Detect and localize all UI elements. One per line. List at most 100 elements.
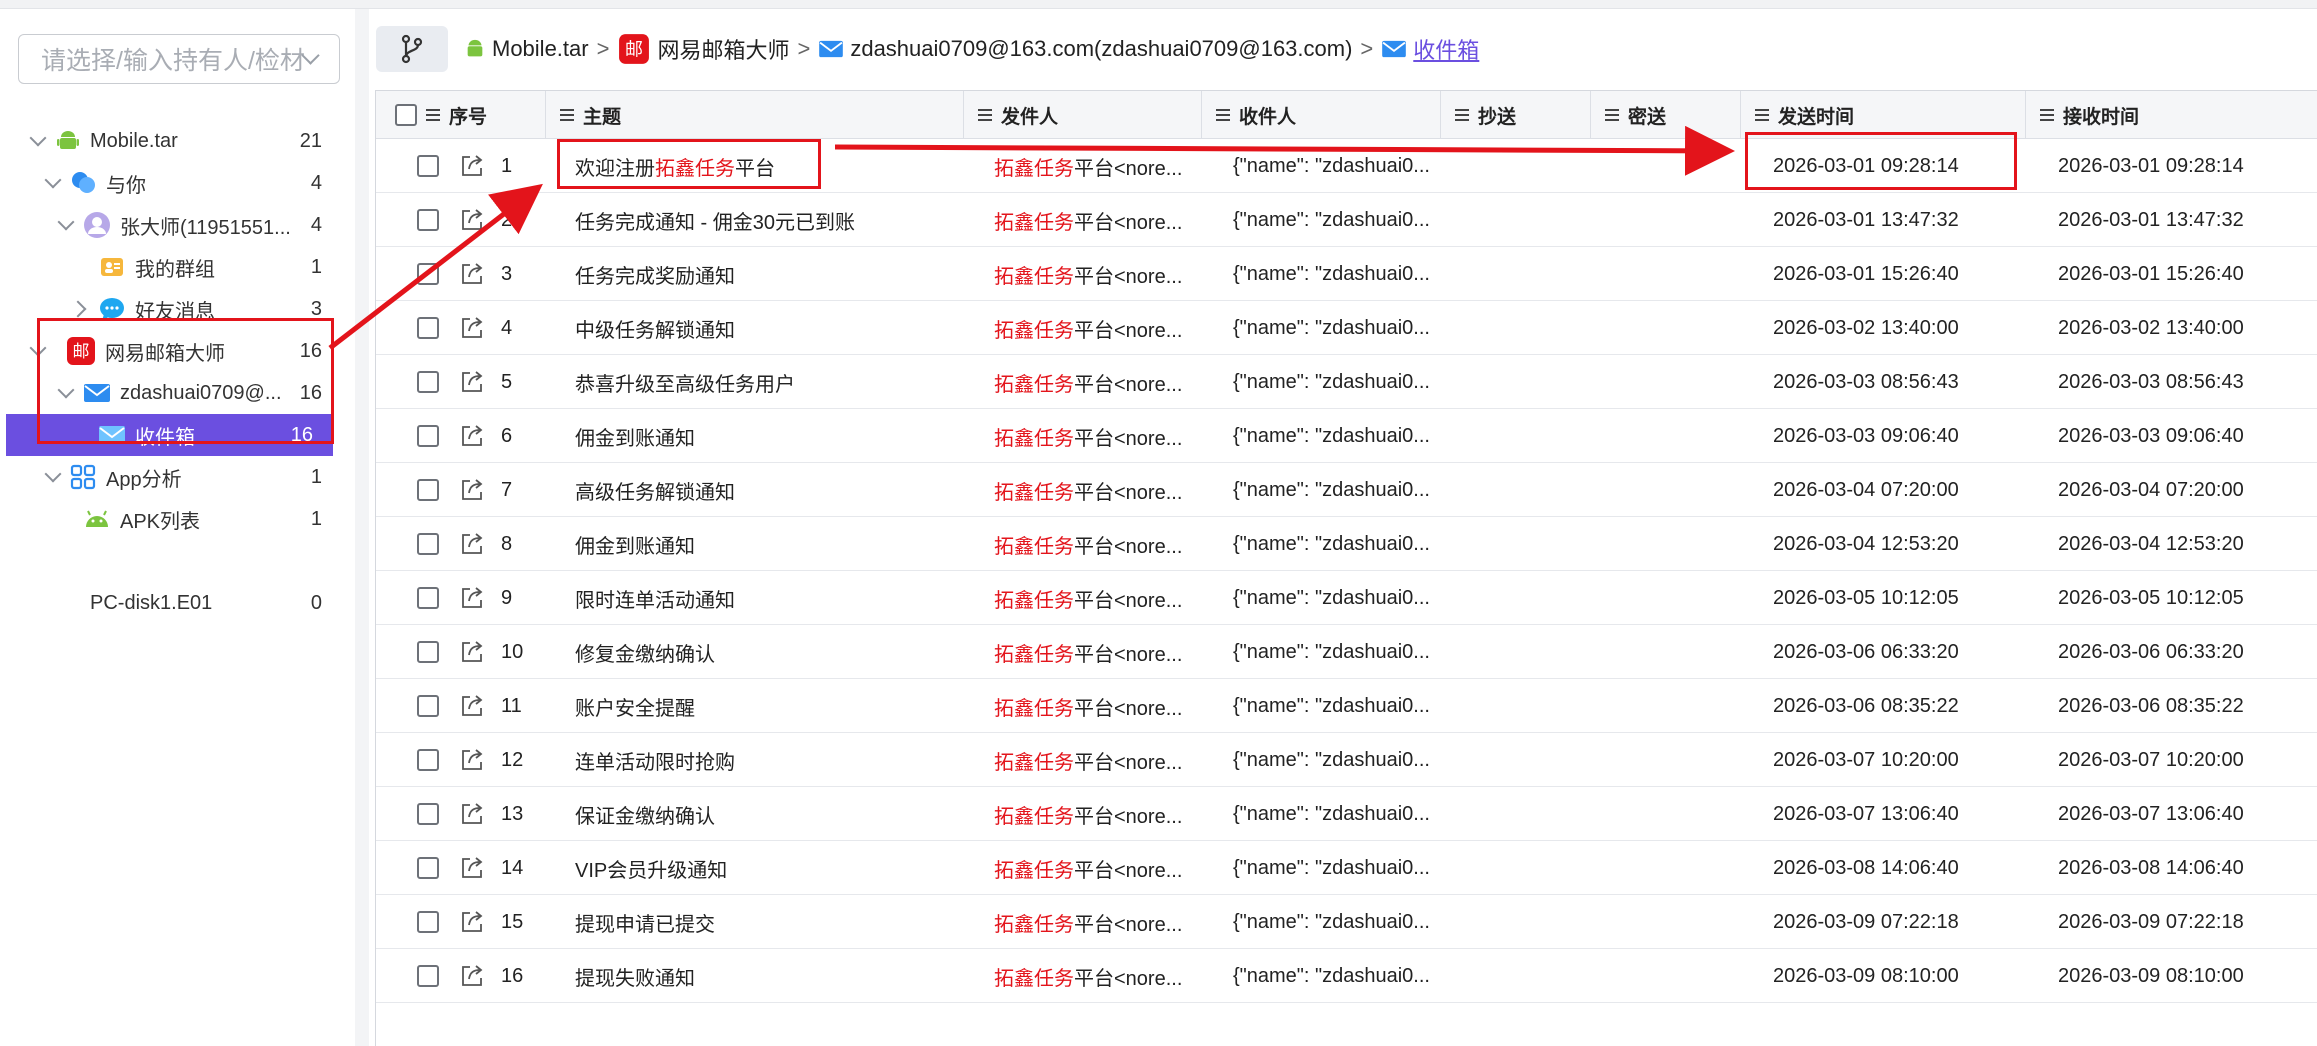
export-icon[interactable]: [459, 409, 485, 463]
table-row[interactable]: 15 提现申请已提交 拓鑫任务 平台<nore... {"name": "zdashua…: [376, 895, 2317, 949]
tree-node-mail-account[interactable]: zdashuai0709@... 16: [0, 372, 340, 414]
export-icon[interactable]: [459, 949, 485, 1003]
row-checkbox[interactable]: [417, 911, 439, 933]
table-row[interactable]: 2 任务完成通知 - 佣金30元已到账 拓鑫任务 平台<nore... {"name":…: [376, 193, 2317, 247]
table-row[interactable]: 8 佣金到账通知 拓鑫任务 平台<nore... {"name": "zdashuai0…: [376, 517, 2317, 571]
table-row[interactable]: 13 保证金缴纳确认 拓鑫任务 平台<nore... {"name": "zdashua…: [376, 787, 2317, 841]
select-all-checkbox[interactable]: [395, 104, 417, 126]
row-checkbox[interactable]: [417, 533, 439, 555]
table-row[interactable]: 11 账户安全提醒 拓鑫任务 平台<nore... {"name": "zdashuai…: [376, 679, 2317, 733]
row-checkbox[interactable]: [417, 371, 439, 393]
row-checkbox[interactable]: [417, 965, 439, 987]
table-row[interactable]: 6 佣金到账通知 拓鑫任务 平台<nore... {"name": "zdashuai0…: [376, 409, 2317, 463]
table-row[interactable]: 7 高级任务解锁通知 拓鑫任务 平台<nore... {"name": "zdashua…: [376, 463, 2317, 517]
column-header-sent-time[interactable]: 发送时间: [1741, 91, 2026, 139]
export-icon[interactable]: [459, 733, 485, 787]
column-header-received-time[interactable]: 接收时间: [2026, 91, 2317, 139]
subject-part-highlight: 拓鑫任务: [655, 157, 735, 180]
column-header-subject[interactable]: 主题: [546, 91, 964, 139]
column-menu-icon[interactable]: [2040, 109, 2054, 121]
export-icon[interactable]: [459, 895, 485, 949]
row-checkbox[interactable]: [417, 857, 439, 879]
table-row[interactable]: 12 连单活动限时抢购 拓鑫任务 平台<nore... {"name": "zdashu…: [376, 733, 2317, 787]
export-icon[interactable]: [459, 679, 485, 733]
column-title: 发件人: [1001, 106, 1059, 128]
breadcrumb-item-inbox[interactable]: 收件箱: [1381, 33, 1479, 65]
column-menu-icon[interactable]: [1216, 109, 1230, 121]
chevron-down-icon[interactable]: [301, 45, 320, 65]
column-menu-icon[interactable]: [978, 109, 992, 121]
table-row[interactable]: 1 欢迎注册 拓鑫任务 平台 拓鑫任务 平台<nore... {"name": "zdash…: [376, 139, 2317, 193]
tree-node-app-analysis[interactable]: App分析 1: [0, 456, 340, 498]
row-checkbox[interactable]: [417, 803, 439, 825]
sender-highlight: 拓鑫任务: [994, 913, 1074, 936]
export-icon[interactable]: [459, 625, 485, 679]
column-header-sender[interactable]: 发件人: [964, 91, 1202, 139]
collapse-toggle-icon[interactable]: [29, 339, 47, 357]
column-header-recipient[interactable]: 收件人: [1202, 91, 1441, 139]
row-checkbox[interactable]: [417, 587, 439, 609]
export-icon[interactable]: [459, 193, 485, 247]
row-checkbox[interactable]: [417, 479, 439, 501]
breadcrumb-item-mail-master[interactable]: 邮 网易邮箱大师: [617, 33, 789, 65]
collapse-toggle-icon[interactable]: [57, 381, 75, 399]
export-icon[interactable]: [459, 355, 485, 409]
export-icon[interactable]: [459, 787, 485, 841]
tree-node-mobile-tar[interactable]: Mobile.tar 21: [0, 120, 340, 162]
holder-select[interactable]: 请选择/输入持有人/检材: [18, 34, 340, 84]
row-checkbox[interactable]: [417, 317, 439, 339]
export-icon[interactable]: [459, 517, 485, 571]
tree-node-apk-list[interactable]: APK列表 1: [0, 498, 340, 540]
row-received-time: 2026-03-04 12:53:20: [2058, 532, 2244, 555]
tree-node-friend-messages[interactable]: 好友消息 3: [0, 288, 340, 330]
row-checkbox[interactable]: [417, 155, 439, 177]
branch-button[interactable]: [376, 26, 448, 72]
breadcrumb-item-mail-account[interactable]: zdashuai0709@163.com(zdashuai0709@163.co…: [818, 36, 1352, 62]
column-menu-icon[interactable]: [1605, 109, 1619, 121]
export-icon[interactable]: [459, 841, 485, 895]
table-row[interactable]: 5 恭喜升级至高级任务用户 拓鑫任务 平台<nore... {"name": "zdas…: [376, 355, 2317, 409]
table-row[interactable]: 9 限时连单活动通知 拓鑫任务 平台<nore... {"name": "zdashua…: [376, 571, 2317, 625]
table-row[interactable]: 4 中级任务解锁通知 拓鑫任务 平台<nore... {"name": "zdashua…: [376, 301, 2317, 355]
export-icon[interactable]: [459, 301, 485, 355]
tree-node-zhangdashi[interactable]: 张大师(11951551... 4: [0, 204, 340, 246]
export-icon[interactable]: [459, 247, 485, 301]
sidebar-divider[interactable]: [355, 9, 369, 1046]
column-header-bcc[interactable]: 密送: [1591, 91, 1741, 139]
row-sent-time: 2026-03-01 13:47:32: [1773, 208, 1959, 231]
breadcrumb-item-mobile-tar[interactable]: Mobile.tar: [464, 36, 589, 62]
collapse-toggle-icon[interactable]: [44, 465, 62, 483]
tree-node-yuni[interactable]: 与你 4: [0, 162, 340, 204]
column-header-cc[interactable]: 抄送: [1441, 91, 1591, 139]
export-icon[interactable]: [459, 571, 485, 625]
table-row[interactable]: 3 任务完成奖励通知 拓鑫任务 平台<nore... {"name": "zdashua…: [376, 247, 2317, 301]
row-checkbox[interactable]: [417, 263, 439, 285]
column-menu-icon[interactable]: [560, 109, 574, 121]
column-header-no[interactable]: 序号: [376, 91, 546, 139]
table-row[interactable]: 10 修复金缴纳确认 拓鑫任务 平台<nore... {"name": "zdashua…: [376, 625, 2317, 679]
collapse-toggle-icon[interactable]: [29, 129, 47, 147]
row-checkbox[interactable]: [417, 209, 439, 231]
column-menu-icon[interactable]: [1755, 109, 1769, 121]
export-icon[interactable]: [459, 463, 485, 517]
collapse-toggle-icon[interactable]: [44, 171, 62, 189]
row-checkbox[interactable]: [417, 749, 439, 771]
row-checkbox[interactable]: [417, 425, 439, 447]
sender-highlight: 拓鑫任务: [994, 967, 1074, 990]
table-row[interactable]: 16 提现失败通知 拓鑫任务 平台<nore... {"name": "zdashuai…: [376, 949, 2317, 1003]
tree-node-pc-disk[interactable]: PC-disk1.E01 0: [0, 582, 340, 624]
export-icon[interactable]: [459, 139, 485, 193]
row-checkbox-cell: [417, 463, 439, 517]
collapse-toggle-icon[interactable]: [57, 213, 75, 231]
tree-node-inbox[interactable]: 收件箱 16: [6, 414, 333, 456]
row-checkbox[interactable]: [417, 695, 439, 717]
row-checkbox[interactable]: [417, 641, 439, 663]
table-row[interactable]: 14 VIP会员升级通知 拓鑫任务 平台<nore... {"name": "zdash…: [376, 841, 2317, 895]
row-sent-time: 2026-03-03 09:06:40: [1773, 424, 1959, 447]
tree-node-my-groups[interactable]: 我的群组 1: [0, 246, 340, 288]
column-menu-icon[interactable]: [426, 109, 440, 121]
expand-toggle-icon[interactable]: [69, 300, 87, 318]
breadcrumb-label: zdashuai0709@163.com(zdashuai0709@163.co…: [850, 36, 1353, 61]
tree-node-netease-mail-master[interactable]: 邮 网易邮箱大师 16: [0, 330, 340, 372]
column-menu-icon[interactable]: [1455, 109, 1469, 121]
